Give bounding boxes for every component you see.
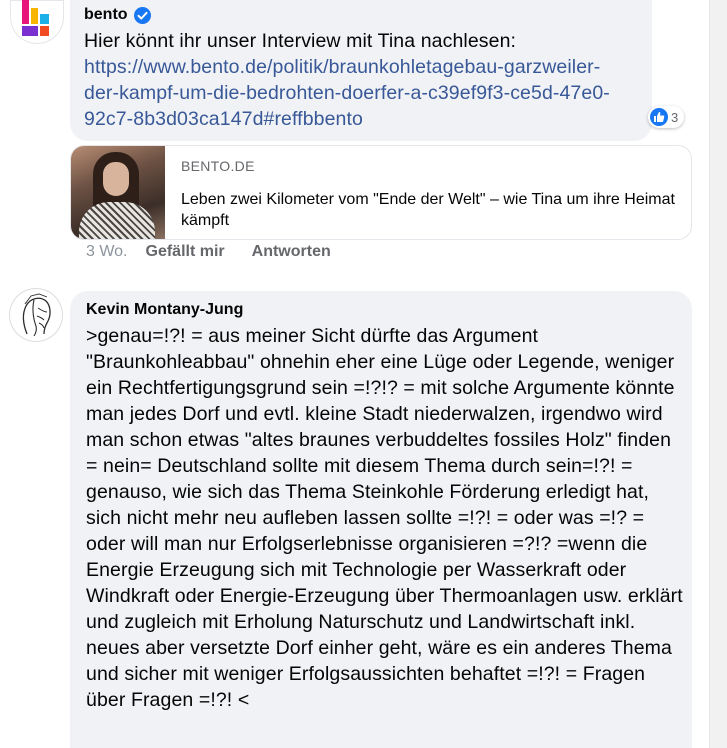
comment-bubble-kevin: Kevin Montany-Jung >genau=!?! = aus mein…: [70, 291, 692, 748]
article-link[interactable]: https://www.bento.de/politik/braunkohlet…: [84, 56, 610, 130]
scrollbar[interactable]: [709, 0, 727, 748]
comment-thread: bento Hier könnt ihr unser Interview mit…: [0, 0, 727, 748]
comment-text: >genau=!?! = aus meiner Sicht dürfte das…: [86, 325, 683, 711]
comment-text-prefix: Hier könnt ihr unser Interview mit Tina …: [84, 30, 517, 52]
like-button[interactable]: Gefällt mir: [146, 243, 225, 261]
link-preview-domain: BENTO.DE: [181, 158, 255, 174]
reply-button[interactable]: Antworten: [252, 243, 331, 261]
comment-text: Hier könnt ihr unser Interview mit Tina …: [84, 28, 629, 132]
comment-bubble-bento: bento Hier könnt ihr unser Interview mit…: [70, 0, 652, 141]
comment-author[interactable]: bento: [84, 6, 128, 24]
sketch-face-icon: [22, 293, 51, 337]
link-preview-card[interactable]: BENTO.DE Leben zwei Kilometer vom "Ende …: [70, 145, 692, 240]
reaction-count-badge[interactable]: 3: [648, 106, 685, 128]
link-preview-title: Leben zwei Kilometer vom "Ende der Welt"…: [181, 191, 675, 229]
bento-logo-icon: [22, 0, 49, 36]
link-preview-image: [71, 146, 165, 239]
kevin-avatar[interactable]: [9, 288, 63, 342]
comment-timestamp[interactable]: 3 Wo.: [86, 243, 128, 261]
reaction-count: 3: [671, 109, 679, 125]
verified-badge-icon: [134, 7, 151, 24]
bento-avatar[interactable]: [10, 0, 64, 44]
comment-author[interactable]: Kevin Montany-Jung: [86, 301, 243, 319]
like-thumb-icon: [650, 108, 668, 126]
comment-actions: 3 Wo. Gefällt mir Antworten: [86, 243, 358, 261]
